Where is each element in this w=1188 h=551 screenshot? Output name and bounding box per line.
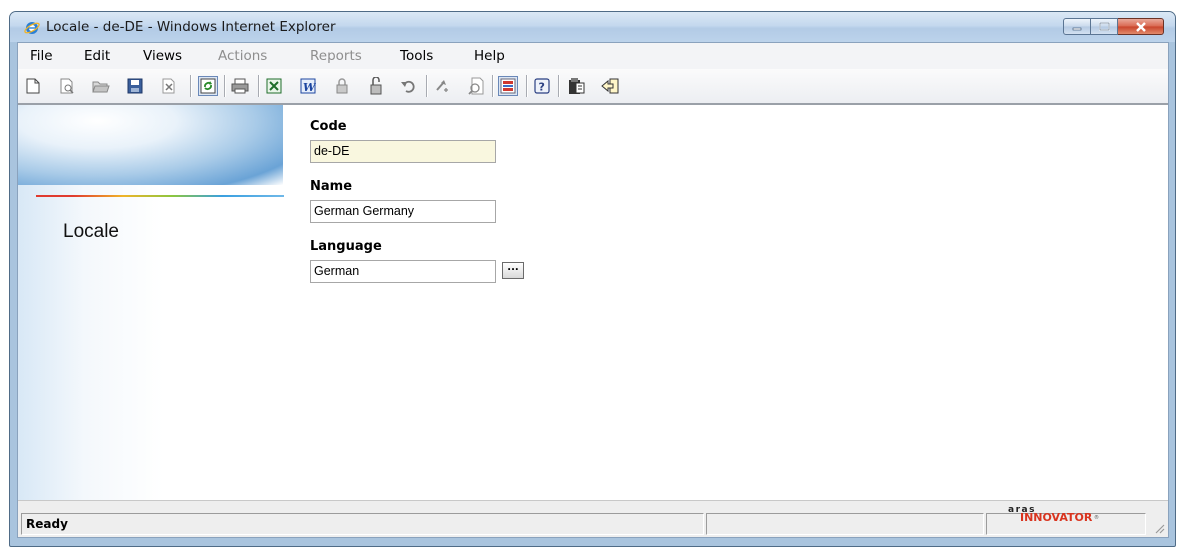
menu-actions[interactable]: Actions (218, 48, 267, 64)
title-bar[interactable]: Locale - de-DE - Windows Internet Explor… (10, 12, 1175, 42)
menu-reports[interactable]: Reports (310, 48, 362, 64)
menu-views[interactable]: Views (143, 48, 182, 64)
svg-text:INNOVATOR: INNOVATOR (1020, 511, 1093, 523)
structure-browser-button[interactable] (498, 76, 518, 96)
item-form: Locale Code de-DE Name German Germany La… (18, 105, 1168, 500)
print-preview-button[interactable] (57, 76, 77, 96)
minimize-button[interactable] (1063, 18, 1091, 35)
browser-window: Locale - de-DE - Windows Internet Explor… (9, 11, 1176, 547)
code-field[interactable]: de-DE (310, 140, 496, 163)
save-button[interactable] (125, 76, 145, 96)
lock-icon (336, 78, 348, 94)
code-label: Code (310, 119, 347, 134)
promote-icon (436, 80, 448, 92)
toolbar-separator (258, 75, 259, 97)
close-item-button[interactable] (159, 76, 179, 96)
where-used-icon (468, 77, 484, 95)
structure-browser-icon (500, 78, 516, 94)
maximize-icon (1098, 22, 1110, 31)
print-icon (231, 78, 249, 94)
print-preview-icon (60, 78, 74, 94)
toolbar-separator (426, 75, 427, 97)
aras-innovator-logo: aras INNOVATOR ® (1008, 505, 1099, 523)
toolbar-separator (526, 75, 527, 97)
promote-button[interactable] (432, 76, 452, 96)
new-button[interactable] (23, 76, 43, 96)
minimize-icon (1072, 27, 1082, 30)
banner-background (18, 185, 283, 500)
unlock-icon (370, 77, 382, 95)
close-button[interactable] (1118, 18, 1164, 35)
toolbar-separator (492, 75, 493, 97)
menu-help[interactable]: Help (474, 48, 505, 64)
export-excel-button[interactable] (264, 76, 284, 96)
print-button[interactable] (230, 76, 250, 96)
maximize-button[interactable] (1091, 18, 1118, 35)
status-pane-main: Ready (21, 513, 704, 535)
status-pane-secondary (706, 513, 984, 535)
svg-text:W: W (303, 81, 316, 94)
item-type-label: Locale (63, 221, 119, 242)
client-area: File Edit Views Actions Reports Tools He… (17, 42, 1169, 538)
where-used-button[interactable] (466, 76, 486, 96)
clipboard-button[interactable] (566, 76, 586, 96)
new-document-icon (26, 78, 40, 94)
svg-text:?: ? (539, 81, 545, 94)
menu-file[interactable]: File (30, 48, 53, 64)
refresh-button[interactable] (198, 76, 218, 96)
status-text: Ready (26, 517, 68, 531)
close-document-icon (162, 78, 175, 94)
internet-explorer-icon (24, 22, 40, 34)
save-icon (127, 78, 143, 94)
unlock-button[interactable] (366, 76, 386, 96)
excel-icon (266, 78, 282, 94)
export-word-button[interactable]: W (298, 76, 318, 96)
lock-button[interactable] (332, 76, 352, 96)
language-picker-button[interactable]: ... (502, 262, 524, 279)
open-folder-icon (92, 81, 110, 93)
menu-edit[interactable]: Edit (84, 48, 110, 64)
help-button[interactable]: ? (532, 76, 552, 96)
status-bar: Ready aras INNOVATOR ® (18, 500, 1168, 537)
svg-text:®: ® (1094, 514, 1099, 521)
resize-grip-icon[interactable] (1153, 522, 1165, 534)
toolbar-separator (190, 75, 191, 97)
name-field[interactable]: German Germany (310, 200, 496, 223)
language-field[interactable]: German (310, 260, 496, 283)
language-label: Language (310, 239, 382, 254)
open-button[interactable] (91, 76, 111, 96)
menu-tools[interactable]: Tools (400, 48, 433, 64)
banner-image (18, 105, 283, 185)
exit-button[interactable] (600, 76, 620, 96)
banner-divider (36, 195, 284, 197)
toolbar-separator (224, 75, 225, 97)
help-icon: ? (534, 78, 550, 94)
undo-button[interactable] (398, 76, 418, 96)
word-icon: W (300, 78, 316, 94)
form-banner: Locale (18, 105, 284, 500)
undo-icon (401, 80, 415, 93)
menu-bar: File Edit Views Actions Reports Tools He… (18, 43, 1168, 69)
toolbar: W ? (18, 69, 1168, 105)
refresh-icon (200, 78, 216, 94)
clipboard-icon (569, 78, 585, 94)
close-icon (1135, 21, 1146, 32)
window-title: Locale - de-DE - Windows Internet Explor… (46, 19, 336, 35)
name-label: Name (310, 179, 353, 194)
toolbar-separator (558, 75, 559, 97)
exit-icon (601, 78, 619, 94)
